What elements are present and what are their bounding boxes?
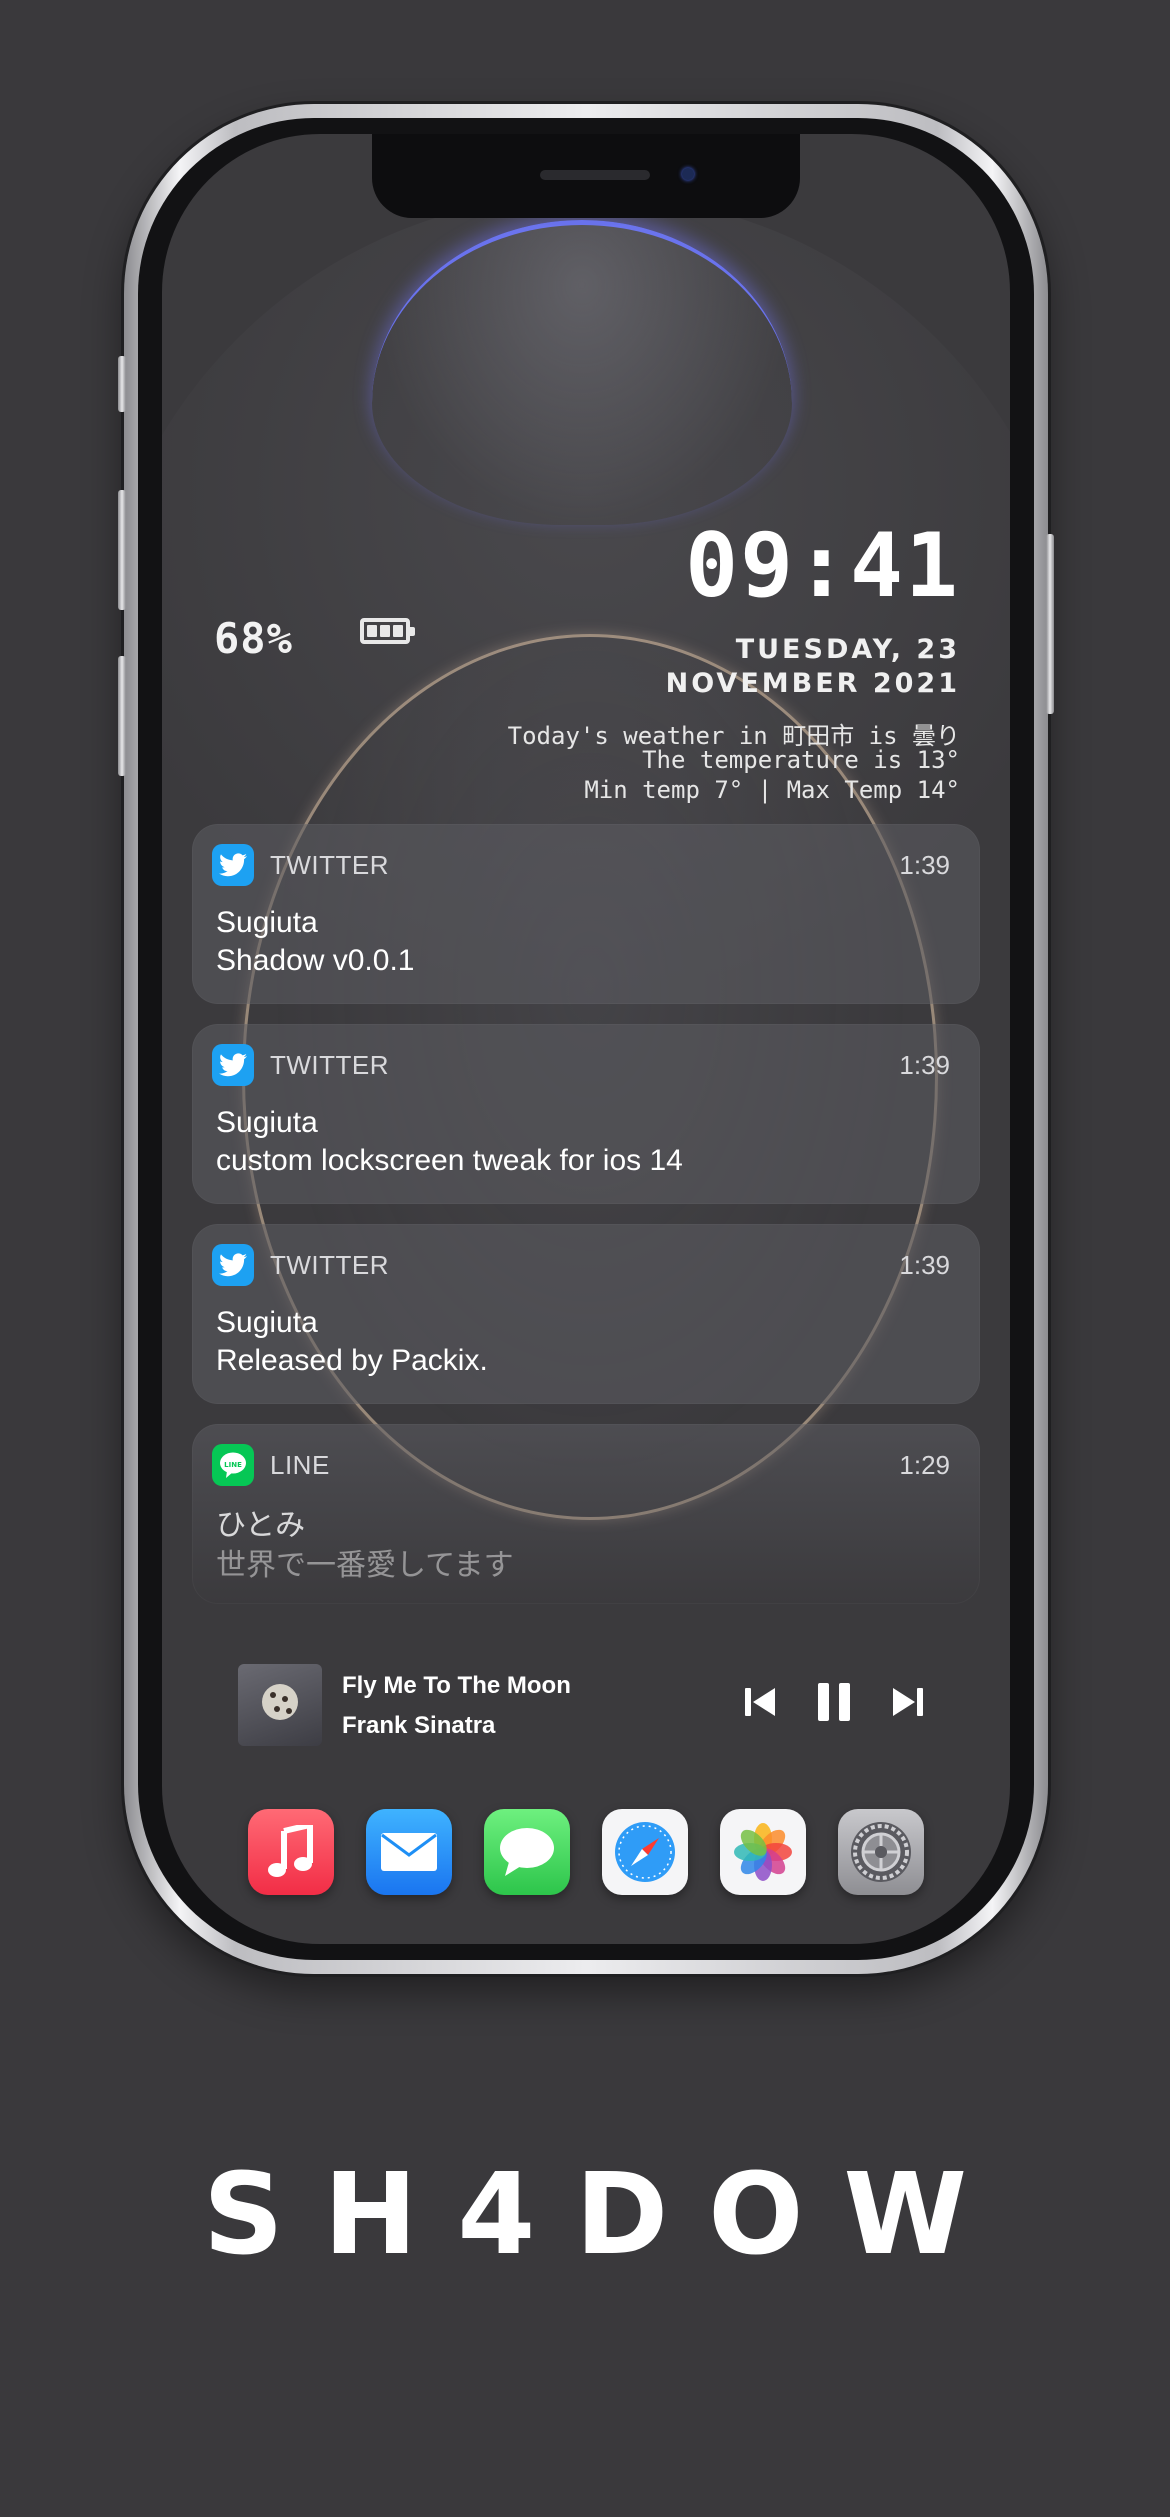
notification-title: Sugiuta [216,1106,318,1139]
twitter-icon [212,1244,254,1286]
now-playing-song: Fly Me To The Moon [342,1672,571,1699]
notification-app-name: LINE [270,1450,330,1480]
now-playing-artist: Frank Sinatra [342,1712,496,1739]
notch [372,134,800,218]
notification-card[interactable]: TWITTER 1:39 Sugiuta Released by Packix. [192,1224,980,1404]
notification-body: Released by Packix. [216,1344,488,1377]
safari-app-icon[interactable] [602,1809,688,1895]
min-max-temp-line: Min temp 7° | Max Temp 14° [584,776,960,804]
notification-app-name: TWITTER [270,1250,390,1280]
notification-body: custom lockscreen tweak for ios 14 [216,1144,683,1177]
notification-card[interactable]: TWITTER 1:39 Sugiuta custom lockscreen t… [192,1024,980,1204]
settings-app-icon[interactable] [838,1809,924,1895]
lockscreen: 68% 09:41 TUESDAY, 23 NOVEMBER 2021 Toda… [162,134,1010,1944]
silent-switch [118,356,126,412]
previous-icon [745,1688,775,1716]
lockscreen-clock: 09:41 [685,514,960,617]
notification-time: 1:29 [899,1450,950,1480]
album-art[interactable] [238,1664,322,1746]
volume-up-button [118,490,126,610]
line-icon: LINE [212,1444,254,1486]
brand-title: SH4DOW [202,2150,1008,2280]
next-track-button[interactable] [886,1680,930,1724]
notification-title: ひとみ [216,1509,306,1542]
notification-time: 1:39 [899,1250,950,1280]
notification-card[interactable]: TWITTER 1:39 Sugiuta Shadow v0.0.1 [192,824,980,1004]
notification-card[interactable]: LINE LINE 1:29 ひとみ 世界で一番愛してます [192,1424,980,1604]
notification-time: 1:39 [899,850,950,880]
date-month-year: NOVEMBER 2021 [665,668,960,699]
notification-time: 1:39 [899,1050,950,1080]
notification-body: Shadow v0.0.1 [216,944,415,977]
album-cookie-image [262,1684,298,1720]
battery-icon [360,618,415,644]
twitter-icon [212,844,254,886]
messages-app-icon[interactable] [484,1809,570,1895]
date-weekday: TUESDAY, 23 [735,634,960,665]
front-camera [682,168,694,180]
phone-frame: 68% 09:41 TUESDAY, 23 NOVEMBER 2021 Toda… [118,104,1054,1974]
mail-app-icon[interactable] [366,1809,452,1895]
notification-title: Sugiuta [216,1306,318,1339]
speaker-grille [540,170,650,180]
music-app-icon[interactable] [248,1809,334,1895]
photos-app-icon[interactable] [720,1809,806,1895]
previous-track-button[interactable] [738,1680,782,1724]
volume-down-button [118,656,126,776]
notification-title: Sugiuta [216,906,318,939]
notification-app-name: TWITTER [270,850,390,880]
next-icon [893,1688,923,1716]
temperature-line: The temperature is 13° [642,746,960,774]
pause-icon [818,1683,850,1721]
pause-button[interactable] [812,1680,856,1724]
svg-text:LINE: LINE [224,1461,242,1469]
notification-body: 世界で一番愛してます [216,1549,514,1582]
notification-app-name: TWITTER [270,1050,390,1080]
battery-percentage: 68% [214,614,293,663]
twitter-icon [212,1044,254,1086]
power-button [1046,534,1054,714]
